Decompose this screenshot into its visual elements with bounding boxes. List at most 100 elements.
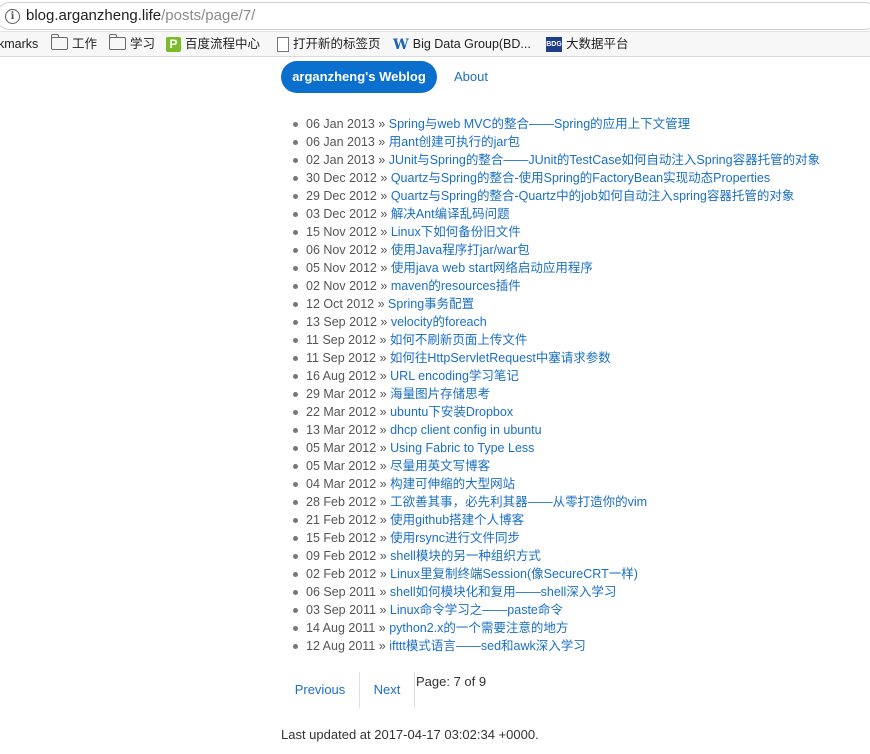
separator: »: [379, 585, 387, 599]
post-title-link[interactable]: 工欲善其事，必先利其器——从零打造你的vim: [390, 495, 647, 509]
separator: »: [380, 207, 388, 221]
separator: »: [379, 549, 387, 563]
bookmark-folder-work[interactable]: 工作: [51, 34, 97, 53]
bookmark-new-tab[interactable]: 打开新的标签页: [277, 35, 381, 53]
bullet-icon: [293, 338, 298, 343]
bullet-icon: [293, 212, 298, 217]
post-list-item: 15 Nov 2012 » Linux下如何备份旧文件: [293, 223, 820, 241]
separator: »: [378, 153, 386, 167]
post-date: 09 Feb 2012: [306, 549, 377, 563]
post-title-link[interactable]: 解决Ant编译乱码问题: [391, 207, 510, 221]
post-title-link[interactable]: 如何不刷新页面上传文件: [390, 333, 528, 347]
post-title-link[interactable]: 使用github搭建个人博客: [390, 513, 524, 527]
post-date: 06 Jan 2013: [306, 117, 375, 131]
post-title-link[interactable]: JUnit与Spring的整合——JUnit的TestCase如何自动注入Spr…: [389, 153, 820, 167]
separator: »: [379, 459, 387, 473]
post-date: 02 Feb 2012: [306, 567, 377, 581]
separator: »: [379, 423, 387, 437]
post-title-link[interactable]: Linux下如何备份旧文件: [391, 225, 521, 239]
post-list-item: 05 Mar 2012 » Using Fabric to Type Less: [293, 439, 820, 457]
separator: »: [377, 297, 385, 311]
next-page-button[interactable]: Next: [360, 672, 415, 708]
post-list-item: 13 Sep 2012 » velocity的foreach: [293, 313, 820, 331]
post-title-link[interactable]: 使用java web start网络启动应用程序: [391, 261, 593, 275]
post-list-item: 05 Mar 2012 » 尽量用英文写博客: [293, 457, 820, 475]
post-title-link[interactable]: 使用Java程序打jar/war包: [391, 243, 530, 257]
post-date: 06 Nov 2012: [306, 243, 377, 257]
bookmark-baidu-process[interactable]: P 百度流程中心: [166, 35, 260, 53]
post-list-item: 06 Nov 2012 » 使用Java程序打jar/war包: [293, 241, 820, 259]
bullet-icon: [293, 230, 298, 235]
post-title-link[interactable]: Quartz与Spring的整合-使用Spring的FactoryBean实现动…: [391, 171, 770, 185]
post-list: 06 Jan 2013 » Spring与web MVC的整合——Spring的…: [293, 115, 820, 655]
post-date: 04 Mar 2012: [306, 477, 377, 491]
bullet-icon: [293, 428, 298, 433]
info-icon[interactable]: i: [5, 9, 20, 24]
bullet-icon: [293, 554, 298, 559]
separator: »: [380, 189, 388, 203]
post-title-link[interactable]: shell模块的另一种组织方式: [390, 549, 541, 563]
post-title-link[interactable]: Linux里复制终端Session(像SecureCRT一样): [390, 567, 638, 581]
post-date: 06 Jan 2013: [306, 135, 375, 149]
post-title-link[interactable]: python2.x的一个需要注意的地方: [389, 621, 568, 635]
post-list-item: 30 Dec 2012 » Quartz与Spring的整合-使用Spring的…: [293, 169, 820, 187]
url-field[interactable]: i blog.arganzheng.life/posts/page/7/: [0, 2, 870, 30]
post-title-link[interactable]: 用ant创建可执行的jar包: [389, 135, 520, 149]
post-date: 05 Mar 2012: [306, 441, 377, 455]
separator: »: [379, 495, 387, 509]
bullet-icon: [293, 608, 298, 613]
post-date: 02 Jan 2013: [306, 153, 375, 167]
post-title-link[interactable]: Using Fabric to Type Less: [390, 441, 534, 455]
bullet-icon: [293, 482, 298, 487]
bookmark-folder-study[interactable]: 学习: [109, 34, 156, 53]
bookmark-big-data-platform[interactable]: BDG 大数据平台: [546, 35, 629, 53]
post-title-link[interactable]: ifttt模式语言——sed和awk深入学习: [389, 639, 586, 653]
previous-page-button[interactable]: Previous: [281, 672, 360, 708]
bullet-icon: [293, 500, 298, 505]
bookmark-big-data-group[interactable]: W Big Data Group(BD...: [393, 35, 531, 53]
post-title-link[interactable]: 如何往HttpServletRequest中塞请求参数: [390, 351, 611, 365]
post-title-link[interactable]: Quartz与Spring的整合-Quartz中的job如何自动注入spring…: [391, 189, 795, 203]
url-text[interactable]: blog.arganzheng.life/posts/page/7/: [26, 7, 255, 24]
page-indicator: Page: 7 of 9: [416, 674, 487, 689]
post-title-link[interactable]: Spring与web MVC的整合——Spring的应用上下文管理: [389, 117, 690, 131]
post-date: 13 Mar 2012: [306, 423, 377, 437]
last-updated-footer: Last updated at 2017-04-17 03:02:34 +000…: [281, 727, 539, 742]
w-logo-icon: W: [393, 36, 409, 53]
post-title-link[interactable]: 尽量用英文写博客: [390, 459, 490, 473]
bullet-icon: [293, 284, 298, 289]
post-title-link[interactable]: 构建可伸缩的大型网站: [390, 477, 515, 491]
post-date: 11 Sep 2012: [306, 333, 376, 347]
post-list-item: 06 Sep 2011 » shell如何模块化和复用——shell深入学习: [293, 583, 820, 601]
post-title-link[interactable]: URL encoding学习笔记: [390, 369, 519, 383]
post-title-link[interactable]: dhcp client config in ubuntu: [390, 423, 542, 437]
post-date: 14 Aug 2011: [306, 621, 376, 635]
bullet-icon: [293, 590, 298, 595]
post-title-link[interactable]: maven的resources插件: [391, 279, 521, 293]
post-title-link[interactable]: 使用rsync进行文件同步: [390, 531, 520, 545]
page-icon: [277, 37, 289, 53]
post-list-item: 21 Feb 2012 » 使用github搭建个人博客: [293, 511, 820, 529]
separator: »: [379, 333, 387, 347]
separator: »: [379, 513, 387, 527]
post-title-link[interactable]: velocity的foreach: [391, 315, 487, 329]
post-date: 22 Mar 2012: [306, 405, 377, 419]
bookmark-label: 学习: [130, 37, 156, 51]
separator: »: [378, 135, 386, 149]
post-list-item: 02 Nov 2012 » maven的resources插件: [293, 277, 820, 295]
post-title-link[interactable]: Spring事务配置: [388, 297, 474, 311]
bullet-icon: [293, 176, 298, 181]
separator: »: [379, 387, 387, 401]
bullet-icon: [293, 374, 298, 379]
bullet-icon: [293, 266, 298, 271]
bookmark-item-kmarks[interactable]: kmarks: [0, 35, 38, 53]
post-title-link[interactable]: Linux命令学习之——paste命令: [390, 603, 563, 617]
bullet-icon: [293, 536, 298, 541]
post-title-link[interactable]: ubuntu下安装Dropbox: [390, 405, 513, 419]
post-title-link[interactable]: 海量图片存储思考: [390, 387, 490, 401]
nav-brand-link[interactable]: arganzheng's Weblog: [281, 61, 437, 93]
post-date: 12 Oct 2012: [306, 297, 375, 311]
post-title-link[interactable]: shell如何模块化和复用——shell深入学习: [390, 585, 616, 599]
nav-about-link[interactable]: About: [454, 61, 488, 93]
separator: »: [379, 369, 387, 383]
